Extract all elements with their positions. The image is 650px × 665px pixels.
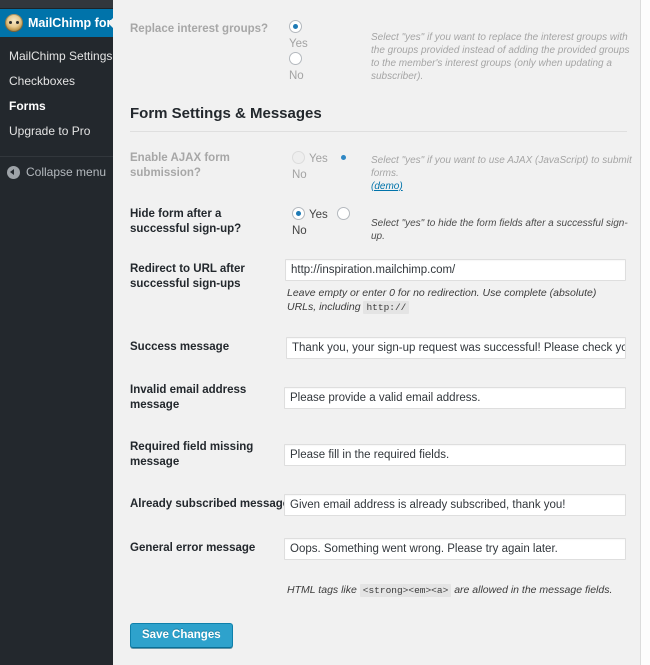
already-subscribed-message-input[interactable]: Given email address is already subscribe… [284,494,626,516]
monkey-avatar-icon [5,14,23,32]
radio-replace-groups-yes[interactable] [289,20,302,33]
required-field-message-input[interactable]: Please fill in the required fields. [284,444,626,466]
html-tags-note-code: <strong><em><a> [359,584,452,597]
enable-ajax-description: Select "yes" if you want to use AJAX (Ja… [371,154,639,193]
enable-ajax-radio-group[interactable]: YesNo [292,151,360,183]
redirect-url-label: Redirect to URL after successful sign-up… [130,263,245,290]
sidebar-brand-label: MailChimp for WR [28,16,113,30]
hide-form-radio-group[interactable]: YesNo [292,207,364,239]
collapse-menu-button[interactable]: Collapse menu [0,157,113,187]
hide-form-label: Hide form after a successful sign-up? [130,208,242,235]
admin-sidebar: MailChimp for WR MailChimp Settings Chec… [0,0,113,665]
sidebar-brand-mailchimp[interactable]: MailChimp for WR [0,9,113,37]
sidebar-item-mailchimp-settings[interactable]: MailChimp Settings [0,44,113,69]
radio-label-no: No [289,70,304,82]
hide-form-description: Select "yes" to hide the form fields aft… [371,218,628,242]
invalid-email-message-label: Invalid email address message [130,384,247,411]
general-error-message-label: General error message [130,542,256,554]
general-error-message-input[interactable]: Oops. Something went wrong. Please try a… [284,538,626,560]
redirect-url-helper: Leave empty or enter 0 for no redirectio… [287,286,627,315]
radio-ajax-yes[interactable] [292,151,305,164]
replace-interest-groups-label: Replace interest groups? [130,23,269,35]
sidebar-item-label: MailChimp Settings [9,49,113,63]
sidebar-top-strip [0,0,113,9]
sidebar-item-checkboxes[interactable]: Checkboxes [0,69,113,94]
sidebar-item-forms[interactable]: Forms [0,94,113,119]
redirect-url-helper-text: Leave empty or enter 0 for no redirectio… [287,287,597,313]
enable-ajax-description-text: Select "yes" if you want to use AJAX (Ja… [371,155,632,179]
collapse-left-arrow-icon [7,165,20,179]
section-heading-form-settings: Form Settings & Messages [130,105,627,132]
redirect-url-input[interactable]: http://inspiration.mailchimp.com/ [285,259,626,281]
radio-hide-form-no[interactable] [336,207,350,220]
html-tags-note: HTML tags like <strong><em><a> are allow… [287,583,632,598]
redirect-url-helper-code: http:// [363,301,410,314]
settings-form: Replace interest groups? Yes No Select "… [113,0,640,665]
radio-hide-form-yes[interactable] [292,207,305,220]
sidebar-item-upgrade-to-pro[interactable]: Upgrade to Pro [0,119,113,144]
ajax-demo-link[interactable]: (demo) [371,181,403,192]
radio-label-yes: Yes [289,38,308,50]
invalid-email-message-input[interactable]: Please provide a valid email address. [284,387,626,409]
html-tags-note-before: HTML tags like [287,584,357,596]
success-message-label: Success message [130,341,230,353]
radio-label-no: No [292,225,307,237]
sidebar-item-label: Checkboxes [9,74,76,88]
required-field-message-label: Required field missing message [130,441,254,468]
radio-ajax-no[interactable] [337,151,350,164]
already-subscribed-message-label: Already subscribed message [130,498,290,510]
sidebar-submenu: MailChimp Settings Checkboxes Forms Upgr… [0,37,113,151]
wordpress-admin-screen: MailChimp for WR MailChimp Settings Chec… [0,0,650,665]
html-tags-note-after: are allowed in the message fields. [454,584,613,596]
collapse-menu-label: Collapse menu [26,165,107,179]
enable-ajax-label: Enable AJAX form submission? [130,152,230,179]
sidebar-item-label: Upgrade to Pro [9,124,91,138]
right-scroll-rail[interactable] [640,0,650,665]
radio-label-no: No [292,169,307,181]
radio-replace-groups-no[interactable] [289,52,302,65]
radio-label-yes: Yes [309,153,328,165]
replace-interest-groups-radio-group[interactable]: Yes No [289,20,335,84]
replace-interest-groups-description: Select "yes" if you want to replace the … [371,32,630,82]
radio-label-yes: Yes [309,209,328,221]
sidebar-item-label: Forms [9,99,46,113]
success-message-input[interactable]: Thank you, your sign-up request was succ… [286,337,626,359]
save-changes-button[interactable]: Save Changes [130,623,233,648]
